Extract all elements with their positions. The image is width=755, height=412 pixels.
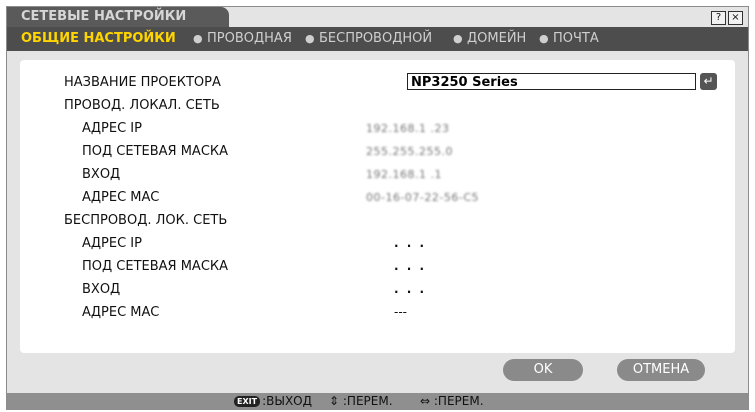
- move-hint: ⇕ :ПЕРЕМ.: [329, 393, 393, 410]
- wired-gateway-value: 192.168.1 .1: [366, 168, 442, 181]
- wired-subnet-label: ПОД СЕТЕВАЯ МАСКА: [82, 144, 229, 159]
- wired-mac-label: АДРЕС MAC: [82, 190, 160, 205]
- exit-key-icon: EXIT: [234, 396, 261, 407]
- tab-bar: ОБЩИЕ НАСТРОЙКИ ● ПРОВОДНАЯ ● БЕСПРОВОДН…: [7, 27, 748, 51]
- wired-mac-value: 00-16-07-22-56-C5: [366, 191, 480, 204]
- settings-panel: НАЗВАНИЕ ПРОЕКТОРА NP3250 Series ↵ ПРОВО…: [20, 60, 735, 353]
- wireless-mac-label: АДРЕС MAC: [82, 305, 160, 320]
- exit-hint-label: :ВЫХОД: [262, 394, 312, 408]
- projector-name-label: НАЗВАНИЕ ПРОЕКТОРА: [64, 75, 221, 90]
- wireless-ip-label: АДРЕС IP: [82, 236, 142, 251]
- wireless-lan-section-label: БЕСПРОВОД. ЛОК. СЕТЬ: [64, 213, 228, 228]
- help-button[interactable]: ?: [711, 11, 726, 25]
- wireless-mac-value: ---: [394, 305, 407, 319]
- tab-wireless[interactable]: БЕСПРОВОДНОЙ: [319, 27, 432, 51]
- wired-lan-section-label: ПРОВОД. ЛОКАЛ. СЕТЬ: [64, 98, 220, 113]
- wireless-ip-value: . . .: [394, 236, 427, 250]
- cancel-button[interactable]: ОТМЕНА: [617, 359, 705, 381]
- ok-button[interactable]: OK: [503, 359, 583, 381]
- tab-mail[interactable]: ПОЧТА: [553, 27, 599, 51]
- updown-arrow-icon: ⇕: [329, 394, 340, 408]
- wired-subnet-value: 255.255.255.0: [366, 145, 453, 158]
- tab-separator: ●: [193, 32, 203, 45]
- leftright-arrow-icon: ⇔: [420, 394, 431, 408]
- wireless-gateway-value: . . .: [394, 282, 427, 296]
- adjust-hint-label: :ПЕРЕМ.: [433, 394, 484, 408]
- tab-domain[interactable]: ДОМЕЙН: [467, 27, 526, 51]
- network-settings-dialog: СЕТЕВЫЕ НАСТРОЙКИ ? × ОБЩИЕ НАСТРОЙКИ ● …: [6, 6, 749, 410]
- tab-wired[interactable]: ПРОВОДНАЯ: [207, 27, 292, 51]
- projector-name-input[interactable]: NP3250 Series: [407, 73, 696, 90]
- wireless-gateway-label: ВХОД: [82, 282, 121, 297]
- close-button[interactable]: ×: [728, 11, 743, 25]
- enter-icon[interactable]: ↵: [700, 73, 717, 90]
- tab-general-settings[interactable]: ОБЩИЕ НАСТРОЙКИ: [21, 27, 176, 51]
- adjust-hint: ⇔ :ПЕРЕМ.: [420, 393, 484, 410]
- wireless-subnet-value: . . .: [394, 259, 427, 273]
- wired-ip-label: АДРЕС IP: [82, 121, 142, 136]
- wired-gateway-label: ВХОД: [82, 167, 121, 182]
- tab-separator: ●: [453, 32, 463, 45]
- tab-separator: ●: [305, 32, 315, 45]
- move-hint-label: :ПЕРЕМ.: [342, 394, 393, 408]
- wired-ip-value: 192.168.1 .23: [366, 122, 450, 135]
- dialog-title: СЕТЕВЫЕ НАСТРОЙКИ: [7, 7, 229, 27]
- wireless-subnet-label: ПОД СЕТЕВАЯ МАСКА: [82, 259, 229, 274]
- key-hints-bar: EXIT:ВЫХОД ⇕ :ПЕРЕМ. ⇔ :ПЕРЕМ.: [7, 393, 748, 410]
- tab-separator: ●: [539, 32, 549, 45]
- exit-hint: EXIT:ВЫХОД: [234, 393, 312, 410]
